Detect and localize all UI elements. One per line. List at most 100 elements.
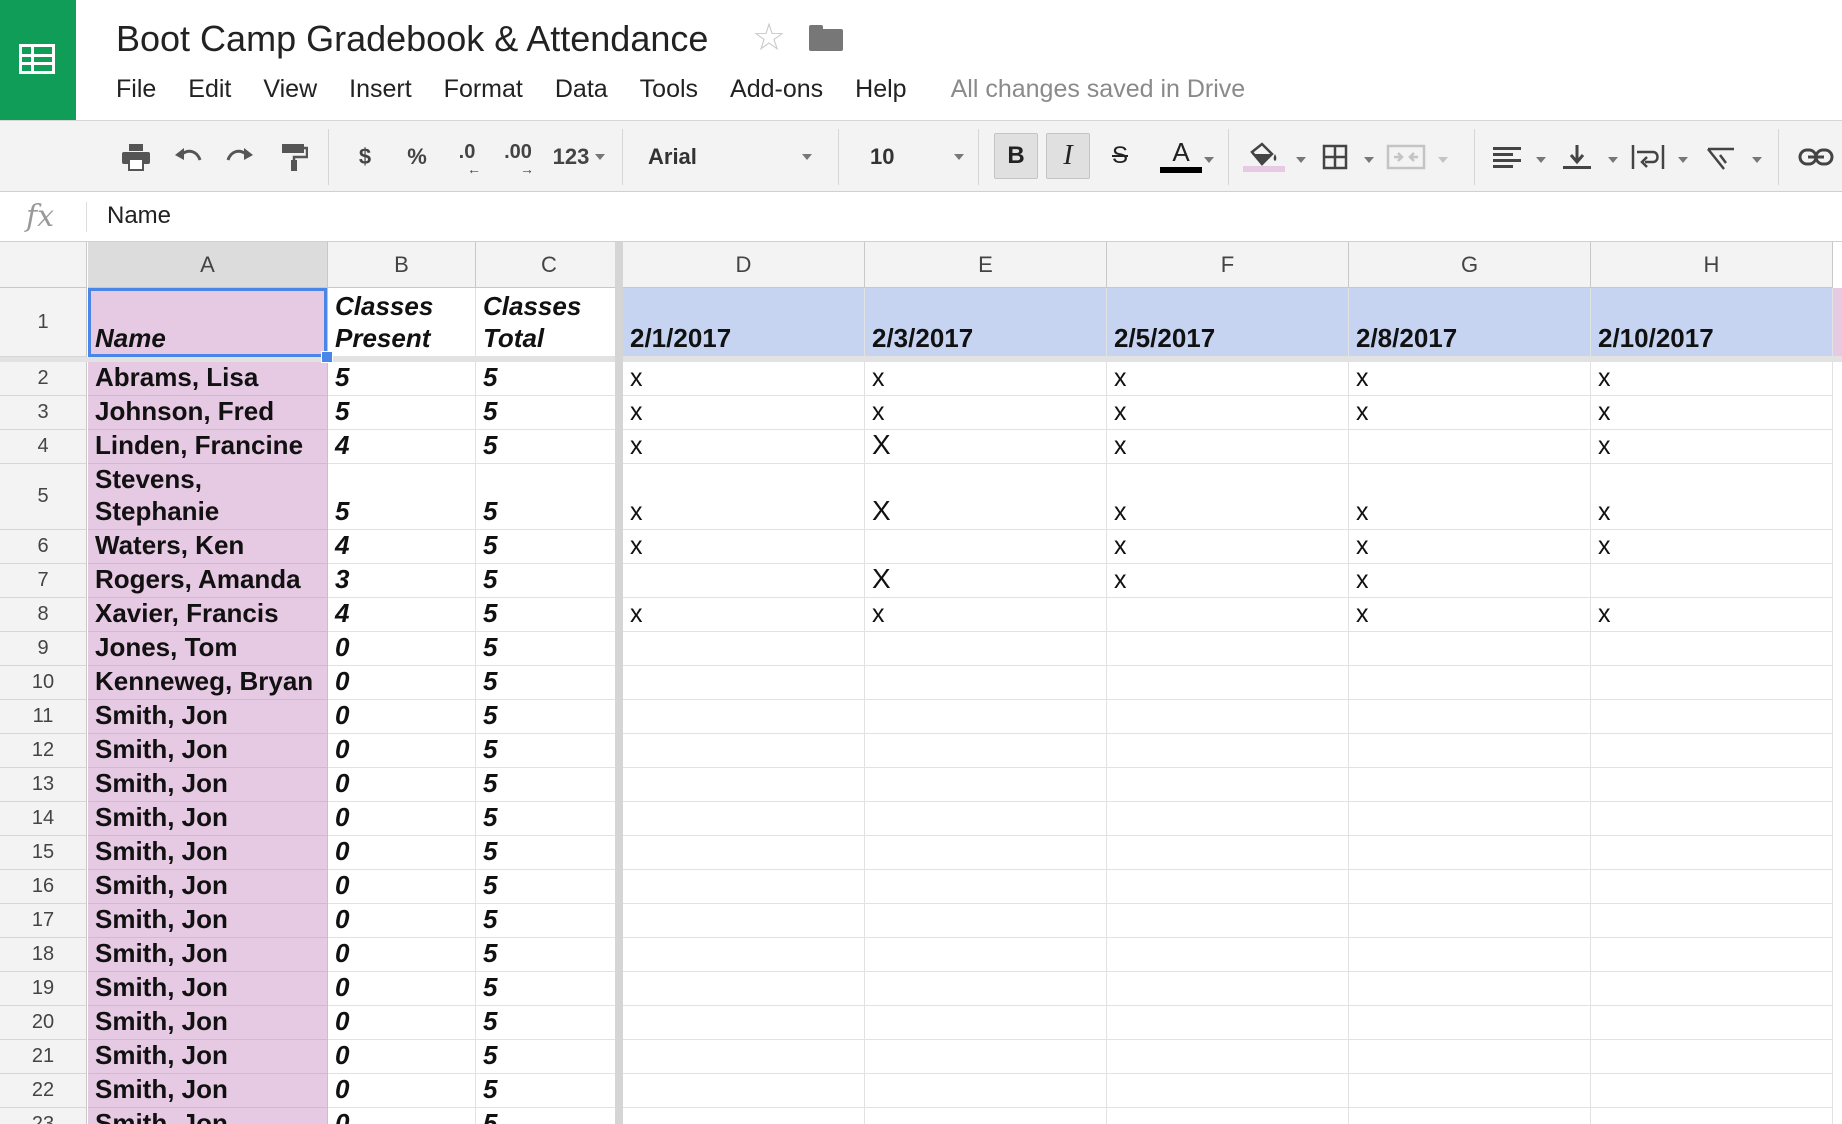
classes-present-cell[interactable]: 5 (328, 396, 476, 430)
attendance-cell[interactable] (1107, 598, 1349, 632)
attendance-cell[interactable] (623, 1040, 865, 1074)
column-header-b[interactable]: B (328, 242, 476, 288)
attendance-cell[interactable]: x (865, 598, 1107, 632)
classes-present-cell[interactable]: 0 (328, 768, 476, 802)
column-header-e[interactable]: E (865, 242, 1107, 288)
student-name-cell[interactable]: Rogers, Amanda (88, 564, 328, 598)
attendance-cell[interactable] (1591, 1074, 1833, 1108)
classes-present-cell[interactable]: 4 (328, 598, 476, 632)
menu-insert[interactable]: Insert (349, 75, 412, 104)
text-rotation-icon[interactable] (1704, 139, 1740, 175)
attendance-cell[interactable] (1591, 938, 1833, 972)
classes-present-cell[interactable]: 4 (328, 530, 476, 564)
attendance-cell[interactable] (1107, 870, 1349, 904)
attendance-cell[interactable] (1107, 700, 1349, 734)
attendance-cell[interactable] (623, 700, 865, 734)
student-name-cell[interactable]: Smith, Jon (88, 870, 328, 904)
attendance-cell[interactable] (865, 700, 1107, 734)
attendance-cell[interactable] (1107, 1006, 1349, 1040)
row-header[interactable]: 7 (0, 564, 87, 598)
currency-format-button[interactable]: $ (350, 139, 380, 175)
align-left-icon[interactable] (1490, 139, 1524, 175)
column-header-c[interactable]: C (476, 242, 623, 288)
redo-icon[interactable] (222, 139, 258, 175)
attendance-cell[interactable]: x (1591, 362, 1833, 396)
attendance-cell[interactable]: x (623, 396, 865, 430)
chevron-down-icon[interactable] (1752, 157, 1762, 163)
classes-present-cell[interactable]: 0 (328, 836, 476, 870)
classes-total-cell[interactable]: 5 (476, 972, 623, 1006)
student-name-cell[interactable]: Abrams, Lisa (88, 362, 328, 396)
attendance-cell[interactable] (1591, 1040, 1833, 1074)
more-formats-button[interactable]: 123 (548, 139, 610, 175)
attendance-cell[interactable]: x (623, 464, 865, 530)
attendance-cell[interactable]: x (1349, 464, 1591, 530)
menu-tools[interactable]: Tools (640, 75, 698, 104)
classes-total-cell[interactable]: 5 (476, 870, 623, 904)
classes-total-cell[interactable]: 5 (476, 632, 623, 666)
column-header-h[interactable]: H (1591, 242, 1833, 288)
attendance-cell[interactable] (865, 870, 1107, 904)
menu-add-ons[interactable]: Add-ons (730, 75, 823, 104)
row-header[interactable]: 16 (0, 870, 87, 904)
strikethrough-button[interactable]: S (1098, 133, 1142, 179)
attendance-cell[interactable] (1107, 666, 1349, 700)
folder-icon[interactable] (809, 25, 843, 51)
attendance-cell[interactable] (623, 904, 865, 938)
student-name-cell[interactable]: Johnson, Fred (88, 396, 328, 430)
row-header[interactable]: 12 (0, 734, 87, 768)
classes-present-cell[interactable]: 0 (328, 802, 476, 836)
attendance-cell[interactable] (623, 666, 865, 700)
attendance-cell[interactable] (1591, 836, 1833, 870)
attendance-cell[interactable] (623, 938, 865, 972)
attendance-cell[interactable] (623, 768, 865, 802)
attendance-cell[interactable] (1591, 1006, 1833, 1040)
header-cell-classes-total[interactable]: Classes Total (476, 288, 623, 357)
classes-total-cell[interactable]: 5 (476, 666, 623, 700)
chevron-down-icon[interactable] (1536, 157, 1546, 163)
classes-total-cell[interactable]: 5 (476, 564, 623, 598)
classes-total-cell[interactable]: 5 (476, 700, 623, 734)
attendance-cell[interactable] (1349, 938, 1591, 972)
header-cell-date[interactable]: 2/8/2017 (1349, 288, 1591, 357)
attendance-cell[interactable]: x (1591, 430, 1833, 464)
row-header[interactable]: 5 (0, 464, 87, 530)
classes-total-cell[interactable]: 5 (476, 1074, 623, 1108)
attendance-cell[interactable]: x (1107, 430, 1349, 464)
classes-total-cell[interactable]: 5 (476, 734, 623, 768)
menu-data[interactable]: Data (555, 75, 608, 104)
attendance-cell[interactable] (1107, 768, 1349, 802)
attendance-cell[interactable] (1349, 666, 1591, 700)
row-header[interactable]: 1 (0, 288, 87, 357)
attendance-cell[interactable] (1107, 632, 1349, 666)
attendance-cell[interactable] (865, 1006, 1107, 1040)
student-name-cell[interactable]: Smith, Jon (88, 700, 328, 734)
row-header[interactable]: 19 (0, 972, 87, 1006)
attendance-cell[interactable] (1591, 802, 1833, 836)
attendance-cell[interactable] (865, 1040, 1107, 1074)
classes-present-cell[interactable]: 0 (328, 700, 476, 734)
student-name-cell[interactable]: Jones, Tom (88, 632, 328, 666)
row-header[interactable]: 17 (0, 904, 87, 938)
row-header[interactable]: 3 (0, 396, 87, 430)
attendance-cell[interactable] (1349, 904, 1591, 938)
row-header[interactable]: 11 (0, 700, 87, 734)
attendance-cell[interactable] (1107, 972, 1349, 1006)
attendance-cell[interactable] (623, 972, 865, 1006)
attendance-cell[interactable] (1107, 1108, 1349, 1124)
document-title[interactable]: Boot Camp Gradebook & Attendance (116, 18, 708, 60)
attendance-cell[interactable] (623, 632, 865, 666)
menu-view[interactable]: View (263, 75, 317, 104)
row-header[interactable]: 22 (0, 1074, 87, 1108)
attendance-cell[interactable] (865, 768, 1107, 802)
classes-total-cell[interactable]: 5 (476, 598, 623, 632)
attendance-cell[interactable]: x (623, 530, 865, 564)
merge-cells-icon[interactable] (1384, 139, 1428, 175)
attendance-cell[interactable] (1591, 904, 1833, 938)
chevron-down-icon[interactable] (1296, 157, 1306, 163)
classes-total-cell[interactable]: 5 (476, 1006, 623, 1040)
attendance-cell[interactable] (1349, 1006, 1591, 1040)
sheets-logo-icon[interactable] (0, 0, 76, 120)
attendance-cell[interactable]: x (1349, 564, 1591, 598)
attendance-cell[interactable] (1107, 1040, 1349, 1074)
